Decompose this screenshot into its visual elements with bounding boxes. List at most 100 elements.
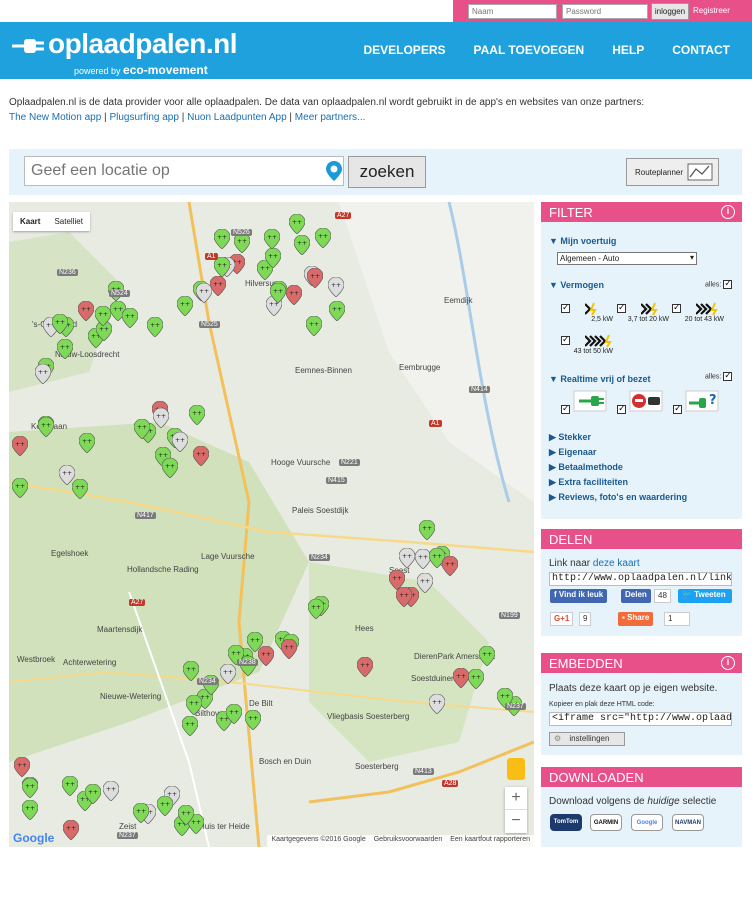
charging-station-marker[interactable]: ++ bbox=[94, 305, 111, 326]
site-logo[interactable]: oplaadpalen.nl bbox=[10, 28, 238, 60]
charging-station-marker[interactable]: ++ bbox=[280, 638, 297, 659]
search-button[interactable]: zoeken bbox=[348, 156, 426, 188]
charging-station-marker[interactable]: ++ bbox=[293, 235, 310, 256]
vermogen-toggle[interactable]: ▼ Vermogen bbox=[549, 280, 604, 290]
vermogen-all-checkbox[interactable] bbox=[723, 278, 733, 289]
info-icon[interactable]: i bbox=[721, 205, 735, 219]
embed-code-field[interactable]: <iframe src="http://www.oplaad bbox=[549, 712, 732, 726]
info-icon[interactable]: i bbox=[721, 656, 735, 670]
nav-contact[interactable]: CONTACT bbox=[672, 43, 730, 57]
report-error-link[interactable]: Een kaartfout rapporteren bbox=[450, 836, 530, 846]
charging-station-marker[interactable]: ++ bbox=[269, 283, 286, 304]
charging-station-marker[interactable]: ++ bbox=[264, 247, 281, 268]
filter-section-toggle[interactable]: ▶ Stekker bbox=[549, 432, 591, 443]
charging-station-marker[interactable]: ++ bbox=[327, 277, 344, 298]
charging-station-marker[interactable]: ++ bbox=[14, 756, 31, 777]
charging-station-marker[interactable]: ++ bbox=[57, 338, 74, 359]
charging-station-marker[interactable]: ++ bbox=[314, 228, 331, 249]
charging-station-marker[interactable]: ++ bbox=[152, 407, 169, 428]
charging-station-marker[interactable]: ++ bbox=[226, 703, 243, 724]
charging-station-marker[interactable]: ++ bbox=[176, 296, 193, 317]
charging-station-marker[interactable]: ++ bbox=[356, 657, 373, 678]
location-pin-icon[interactable] bbox=[326, 161, 342, 181]
charging-station-marker[interactable]: ++ bbox=[171, 431, 188, 452]
charging-station-marker[interactable]: ++ bbox=[210, 276, 227, 297]
gplus-button[interactable]: G+1 bbox=[550, 612, 574, 626]
power-option[interactable]: 20 tot 43 kW bbox=[672, 302, 724, 323]
password-input[interactable] bbox=[562, 4, 648, 19]
share-button[interactable]: ▪ Share bbox=[618, 612, 654, 626]
filter-section-toggle[interactable]: ▶ Reviews, foto's en waardering bbox=[549, 492, 687, 503]
charging-station-marker[interactable]: ++ bbox=[196, 283, 213, 304]
terms-link[interactable]: Gebruiksvoorwaarden bbox=[374, 836, 442, 846]
location-search-input[interactable] bbox=[24, 156, 344, 186]
username-input[interactable] bbox=[468, 4, 557, 19]
charging-station-marker[interactable]: ++ bbox=[441, 555, 458, 576]
charging-station-marker[interactable]: ++ bbox=[51, 314, 68, 335]
charging-station-marker[interactable]: ++ bbox=[245, 710, 262, 731]
charging-station-marker[interactable]: ++ bbox=[186, 695, 203, 716]
tab-kaart[interactable]: Kaart bbox=[13, 212, 47, 231]
charging-map[interactable]: Kaart Satelliet 's-Graveland Nieuw-Loosd… bbox=[9, 202, 534, 847]
charging-station-marker[interactable]: ++ bbox=[63, 819, 80, 840]
tweet-button[interactable]: 🐦 Tweeten bbox=[678, 589, 732, 603]
charging-station-marker[interactable]: ++ bbox=[62, 776, 79, 797]
street-view-pegman[interactable] bbox=[507, 758, 525, 780]
charging-station-marker[interactable]: ++ bbox=[478, 646, 495, 667]
checkbox[interactable] bbox=[561, 302, 570, 313]
charging-station-marker[interactable]: ++ bbox=[78, 301, 95, 322]
charging-station-marker[interactable]: ++ bbox=[181, 716, 198, 737]
charging-station-marker[interactable]: ++ bbox=[453, 667, 470, 688]
charging-station-marker[interactable]: ++ bbox=[467, 669, 484, 690]
checkbox[interactable] bbox=[672, 302, 681, 313]
charging-station-marker[interactable]: ++ bbox=[189, 405, 206, 426]
charging-station-marker[interactable]: ++ bbox=[305, 315, 322, 336]
charging-station-marker[interactable]: ++ bbox=[22, 800, 39, 821]
charging-station-marker[interactable]: ++ bbox=[289, 213, 306, 234]
checkbox[interactable] bbox=[561, 334, 570, 345]
map-link[interactable]: deze kaart bbox=[593, 558, 640, 569]
charging-station-marker[interactable]: ++ bbox=[306, 268, 323, 288]
charging-station-marker[interactable]: ++ bbox=[78, 433, 95, 454]
power-option[interactable]: 3,7 tot 20 kW bbox=[617, 302, 669, 323]
charging-station-marker[interactable]: ++ bbox=[133, 419, 150, 440]
charging-station-marker[interactable]: ++ bbox=[328, 300, 345, 321]
charging-station-marker[interactable]: ++ bbox=[147, 316, 164, 337]
charging-station-marker[interactable]: ++ bbox=[396, 587, 413, 608]
tab-satelliet[interactable]: Satelliet bbox=[47, 212, 89, 231]
charging-station-marker[interactable]: ++ bbox=[121, 307, 138, 328]
charging-station-marker[interactable]: ++ bbox=[12, 435, 29, 456]
partner-link-newmotion[interactable]: The New Motion app bbox=[9, 112, 101, 123]
charging-station-marker[interactable]: ++ bbox=[263, 229, 280, 250]
checkbox[interactable] bbox=[617, 302, 626, 313]
charging-station-marker[interactable]: ++ bbox=[177, 804, 194, 825]
charging-station-marker[interactable]: ++ bbox=[72, 479, 89, 500]
google-download-button[interactable]: Google bbox=[631, 814, 663, 831]
charging-station-marker[interactable]: ++ bbox=[286, 285, 303, 306]
charging-station-marker[interactable]: ++ bbox=[102, 780, 119, 801]
charging-station-marker[interactable]: ++ bbox=[418, 519, 435, 540]
tomtom-download-button[interactable]: TomTom bbox=[550, 814, 582, 831]
power-option[interactable]: 43 tot 50 kW bbox=[561, 334, 613, 355]
filter-section-toggle[interactable]: ▶ Eigenaar bbox=[549, 447, 596, 458]
charging-station-marker[interactable]: ++ bbox=[85, 783, 102, 804]
filter-section-toggle[interactable]: ▶ Extra faciliteiten bbox=[549, 477, 628, 488]
checkbox[interactable] bbox=[673, 403, 683, 414]
zoom-in-button[interactable]: + bbox=[505, 787, 527, 810]
zoom-out-button[interactable]: − bbox=[505, 810, 527, 833]
charging-station-marker[interactable]: ++ bbox=[220, 664, 237, 685]
register-link[interactable]: Registreer bbox=[693, 6, 730, 15]
nav-developers[interactable]: DEVELOPERS bbox=[363, 43, 445, 57]
partner-link-more[interactable]: Meer partners... bbox=[295, 112, 366, 123]
charging-station-marker[interactable]: ++ bbox=[133, 802, 150, 823]
vehicle-select[interactable]: Algemeen - Auto ▾ bbox=[557, 252, 697, 265]
charging-station-marker[interactable]: ++ bbox=[214, 257, 231, 278]
charging-station-marker[interactable]: ++ bbox=[429, 693, 446, 714]
checkbox[interactable] bbox=[561, 403, 570, 414]
facebook-share-button[interactable]: Delen bbox=[621, 589, 651, 603]
realtime-toggle[interactable]: ▼ Realtime vrij of bezet bbox=[549, 374, 650, 384]
charging-station-marker[interactable]: ++ bbox=[193, 445, 210, 466]
charging-station-marker[interactable]: ++ bbox=[37, 417, 54, 438]
power-option[interactable]: 2,5 kW bbox=[561, 302, 613, 323]
realtime-all-checkbox[interactable] bbox=[723, 370, 733, 381]
